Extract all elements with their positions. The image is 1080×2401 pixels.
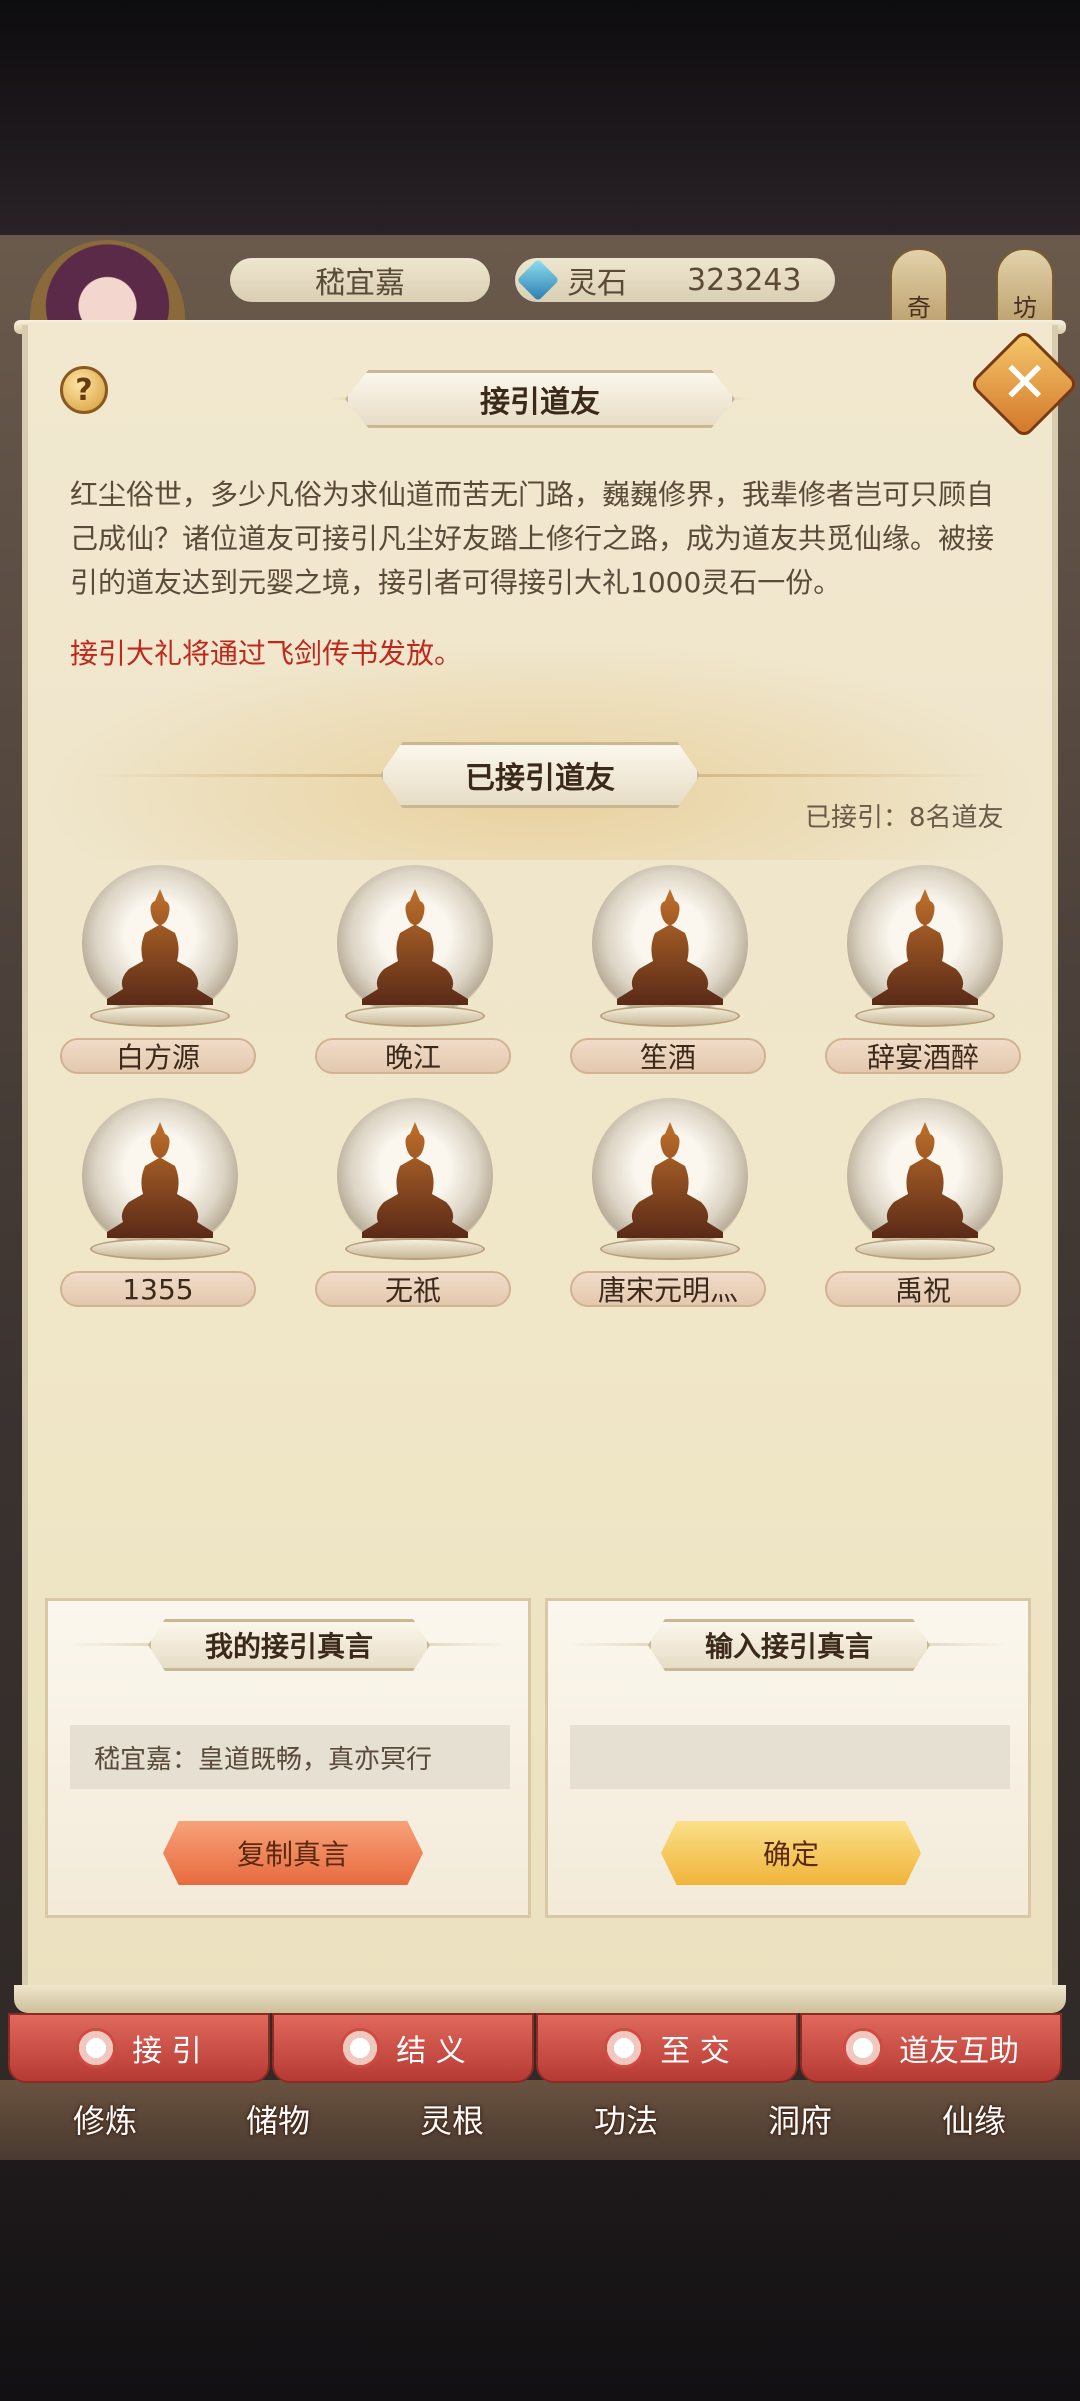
tab-1[interactable]: 接 引 — [8, 2013, 270, 2083]
nav-item[interactable]: 洞府 — [740, 2096, 860, 2142]
input-code-panel: 输入接引真言 确定 — [545, 1598, 1031, 1918]
nav-item[interactable]: 储物 — [218, 2096, 338, 2142]
friend-card[interactable]: 晚江 — [315, 865, 515, 1085]
close-friend-icon — [604, 2028, 645, 2068]
lotus-base — [90, 1238, 230, 1260]
friend-card[interactable]: 无祇 — [315, 1098, 515, 1318]
lotus-base — [345, 1238, 485, 1260]
tab-3[interactable]: 至 交 — [536, 2013, 798, 2083]
recruit-icon — [76, 2028, 117, 2068]
meditating-silhouette-icon — [617, 889, 723, 1005]
meditating-silhouette-icon — [617, 1122, 723, 1238]
my-code-text: 嵇宜嘉：皇道既畅，真亦冥行 — [70, 1725, 510, 1789]
tab-label: 道友互助 — [899, 2034, 1019, 2069]
friend-name: 辞宴酒醉 — [825, 1038, 1021, 1074]
mutual-aid-icon — [843, 2028, 883, 2068]
meditating-silhouette-icon — [362, 1122, 468, 1238]
player-name: 嵇宜嘉 — [230, 258, 490, 302]
meditating-silhouette-icon — [107, 889, 213, 1005]
meditating-silhouette-icon — [872, 1122, 978, 1238]
friend-name: 1355 — [60, 1271, 256, 1307]
friend-name: 笙酒 — [570, 1038, 766, 1074]
friend-name: 唐宋元明灬 — [570, 1271, 766, 1307]
recruited-list-title: 已接引道友 — [380, 742, 700, 808]
nav-item[interactable]: 功法 — [566, 2096, 686, 2142]
top-status-area — [0, 0, 1080, 240]
meditating-silhouette-icon — [362, 889, 468, 1005]
nav-item[interactable]: 灵根 — [392, 2096, 512, 2142]
tab-4[interactable]: 道友互助 — [800, 2013, 1062, 2083]
nav-item[interactable]: 修炼 — [45, 2096, 165, 2142]
currency-bar: 灵石 323243 — [515, 258, 835, 302]
my-code-panel: 我的接引真言 嵇宜嘉：皇道既畅，真亦冥行 复制真言 — [45, 1598, 531, 1918]
lotus-base — [600, 1238, 740, 1260]
friend-card[interactable]: 笙酒 — [570, 865, 770, 1085]
intro-text: 红尘俗世，多少凡俗为求仙道而苦无门路，巍巍修界，我辈修者岂可只顾自己成仙？诸位道… — [70, 478, 995, 599]
tab-label: 结 义 — [396, 2034, 466, 2069]
code-input[interactable] — [570, 1725, 1010, 1789]
friend-name: 晚江 — [315, 1038, 511, 1074]
confirm-button[interactable]: 确定 — [661, 1821, 921, 1885]
friend-name: 无祇 — [315, 1271, 511, 1307]
spirit-stone-icon — [516, 258, 560, 302]
lotus-base — [600, 1005, 740, 1027]
tab-label: 至 交 — [660, 2034, 730, 2069]
help-button[interactable]: ? — [60, 366, 108, 414]
friend-card[interactable]: 1355 — [60, 1098, 260, 1318]
lotus-base — [90, 1005, 230, 1027]
bottom-dark-area — [0, 2160, 1080, 2401]
sworn-icon — [340, 2028, 381, 2068]
nav-item[interactable]: 仙缘 — [914, 2096, 1034, 2142]
friend-card[interactable]: 白方源 — [60, 865, 260, 1085]
tab-2[interactable]: 结 义 — [272, 2013, 534, 2083]
friend-name: 白方源 — [60, 1038, 256, 1074]
dialog-title: 接引道友 — [345, 370, 735, 428]
recruited-count: 已接引：8名道友 — [805, 803, 1004, 833]
scroll-bottom-rod — [14, 1985, 1066, 2013]
meditating-silhouette-icon — [107, 1122, 213, 1238]
currency-label: 灵石 — [567, 266, 627, 301]
lotus-base — [345, 1005, 485, 1027]
my-code-title: 我的接引真言 — [148, 1619, 430, 1671]
currency-value: 323243 — [687, 262, 802, 298]
friend-name: 禹祝 — [825, 1271, 1021, 1307]
notice-text: 接引大礼将通过飞剑传书发放。 — [70, 637, 463, 670]
input-code-title: 输入接引真言 — [648, 1619, 930, 1671]
copy-code-button[interactable]: 复制真言 — [163, 1821, 423, 1885]
close-icon: ✕ — [1001, 350, 1049, 416]
tab-label: 接 引 — [132, 2034, 202, 2069]
lotus-base — [855, 1005, 995, 1027]
lotus-base — [855, 1238, 995, 1260]
friend-card[interactable]: 唐宋元明灬 — [570, 1098, 770, 1318]
friend-card[interactable]: 禹祝 — [825, 1098, 1025, 1318]
meditating-silhouette-icon — [872, 889, 978, 1005]
friend-card[interactable]: 辞宴酒醉 — [825, 865, 1025, 1085]
